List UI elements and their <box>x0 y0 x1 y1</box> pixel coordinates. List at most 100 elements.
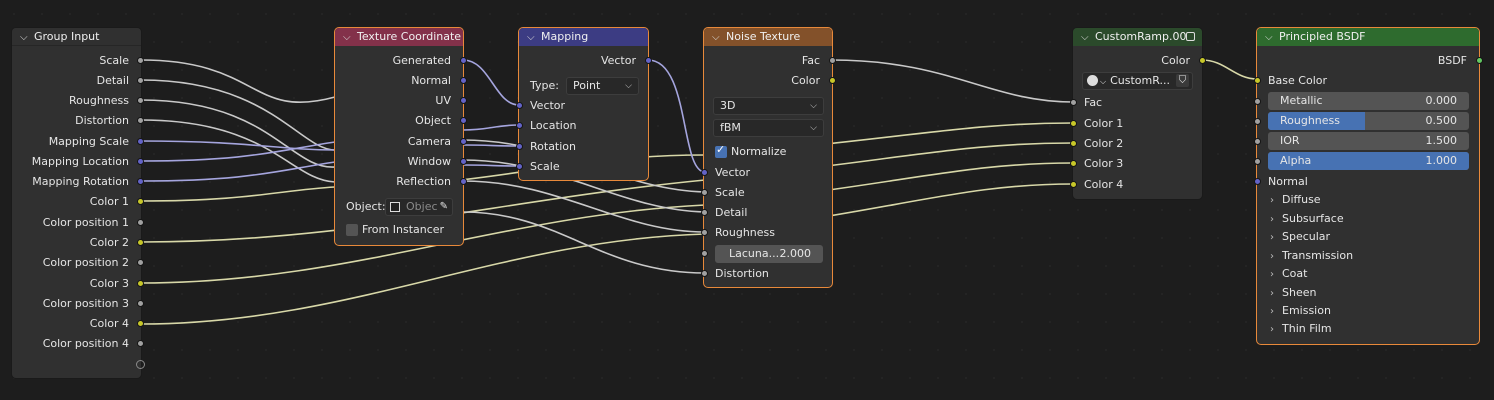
input-scale: Scale <box>530 160 560 173</box>
type-label: Type: <box>530 79 559 92</box>
chevron-down-icon[interactable]: ⌵ <box>1081 29 1095 46</box>
socket[interactable] <box>1254 178 1261 185</box>
socket[interactable] <box>460 158 467 165</box>
socket[interactable] <box>1254 77 1261 84</box>
socket[interactable] <box>701 189 708 196</box>
texture-coordinate-header[interactable]: ⌵ Texture Coordinate <box>335 28 463 46</box>
panel-transmission[interactable]: › Transmission <box>1270 248 1353 264</box>
socket[interactable] <box>137 259 144 266</box>
chevron-down-icon[interactable]: ⌵ <box>712 29 726 46</box>
socket[interactable] <box>1476 57 1483 64</box>
panel-coat[interactable]: › Coat <box>1270 266 1307 282</box>
metallic-slider[interactable]: Metallic 0.000 <box>1268 92 1469 110</box>
panel-label: Thin Film <box>1282 322 1332 335</box>
output-color-position-1: Color position 1 <box>42 216 129 229</box>
socket[interactable] <box>460 178 467 185</box>
socket[interactable] <box>137 239 144 246</box>
socket[interactable] <box>1070 120 1077 127</box>
group-input-node[interactable]: ⌵ Group Input Scale Detail Roughness Dist… <box>11 27 145 379</box>
socket[interactable] <box>516 122 523 129</box>
noise-texture-node[interactable]: ⌵Noise Texture Fac Color 3D⌵ fBM⌵ Normal… <box>701 27 836 288</box>
mapping-node[interactable]: ⌵ Mapping Vector Type: Point ⌵ Vector Loca… <box>516 27 652 181</box>
type-dropdown[interactable]: Point ⌵ <box>566 77 639 95</box>
socket[interactable] <box>701 169 708 176</box>
socket[interactable] <box>701 270 708 277</box>
panel-sheen[interactable]: › Sheen <box>1270 285 1316 301</box>
socket[interactable] <box>137 77 144 84</box>
chevron-down-icon[interactable]: ⌵ <box>20 29 34 45</box>
chevron-down-icon[interactable]: ⌵ <box>1265 29 1279 46</box>
socket[interactable] <box>460 97 467 104</box>
socket[interactable] <box>1254 158 1261 165</box>
socket[interactable] <box>137 178 144 185</box>
from-instancer-label: From Instancer <box>362 223 445 236</box>
output-mapping-location: Mapping Location <box>31 155 129 168</box>
socket[interactable] <box>137 198 144 205</box>
socket[interactable] <box>460 57 467 64</box>
panel-thin-film[interactable]: › Thin Film <box>1270 321 1332 337</box>
panel-emission[interactable]: › Emission <box>1270 303 1331 319</box>
from-instancer-checkbox[interactable] <box>346 224 358 236</box>
socket[interactable] <box>137 320 144 327</box>
socket[interactable] <box>701 209 708 216</box>
roughness-slider[interactable]: Roughness 0.500 <box>1268 112 1469 130</box>
output-color-position-4: Color position 4 <box>42 337 129 350</box>
alpha-slider[interactable]: Alpha 1.000 <box>1268 152 1469 170</box>
socket[interactable] <box>137 57 144 64</box>
principled-bsdf-header[interactable]: ⌵ Principled BSDF <box>1257 28 1479 46</box>
node-group-selector[interactable]: ⌵ CustomR... ⛉ <box>1082 72 1193 90</box>
socket[interactable] <box>1254 118 1261 125</box>
principled-bsdf-node[interactable]: ⌵ Principled BSDF BSDF Base Color Metalli… <box>1254 27 1483 345</box>
panel-specular[interactable]: › Specular <box>1270 229 1330 245</box>
normalize-checkbox[interactable] <box>715 143 727 158</box>
socket[interactable] <box>829 57 836 64</box>
socket[interactable] <box>1254 138 1261 145</box>
custom-ramp-header[interactable]: ⌵ CustomRamp.00 <box>1073 28 1202 46</box>
socket[interactable] <box>460 77 467 84</box>
panel-subsurface[interactable]: › Subsurface <box>1270 211 1344 227</box>
custom-ramp-node[interactable]: ⌵ CustomRamp.00 Color ⌵ CustomR... ⛉ Fac C… <box>1070 27 1206 200</box>
socket[interactable] <box>137 340 144 347</box>
socket[interactable] <box>645 57 652 64</box>
dimensions-dropdown[interactable]: 3D ⌵ <box>713 97 824 115</box>
socket[interactable] <box>1254 98 1261 105</box>
chevron-down-icon[interactable]: ⌵ <box>527 29 541 46</box>
ior-slider[interactable]: IOR 1.500 <box>1268 132 1469 150</box>
socket[interactable] <box>1070 99 1077 106</box>
socket[interactable] <box>137 117 144 124</box>
socket[interactable] <box>516 163 523 170</box>
lacunarity-field[interactable]: Lacuna... 2.000 <box>715 245 823 263</box>
socket[interactable] <box>516 143 523 150</box>
socket[interactable] <box>829 77 836 84</box>
chevron-down-icon[interactable]: ⌵ <box>343 29 357 46</box>
shield-icon[interactable]: ⛉ <box>1176 74 1189 87</box>
group-name: CustomR... <box>1110 74 1170 87</box>
group-input-header[interactable]: ⌵ Group Input <box>12 28 141 46</box>
node-group-icon[interactable] <box>1186 32 1195 41</box>
output-generated: Generated <box>392 54 451 67</box>
socket[interactable] <box>137 138 144 145</box>
noise-texture-header[interactable]: ⌵ Noise Texture <box>704 28 832 46</box>
input-color-4: Color 4 <box>1084 178 1124 191</box>
empty-socket[interactable] <box>136 360 145 369</box>
socket[interactable] <box>516 102 523 109</box>
socket[interactable] <box>701 250 708 257</box>
socket[interactable] <box>137 219 144 226</box>
socket[interactable] <box>1199 57 1206 64</box>
socket[interactable] <box>1070 160 1077 167</box>
socket[interactable] <box>137 280 144 287</box>
socket[interactable] <box>460 117 467 124</box>
socket[interactable] <box>137 158 144 165</box>
socket[interactable] <box>1070 181 1077 188</box>
eyedropper-icon[interactable]: ✎ <box>440 199 448 215</box>
texture-coordinate-node[interactable]: ⌵ Texture Coordinate Generated Normal UV … <box>334 27 467 246</box>
object-picker[interactable]: Objec ✎ <box>385 198 453 216</box>
noise-type-dropdown[interactable]: fBM ⌵ <box>713 119 824 137</box>
panel-diffuse[interactable]: › Diffuse <box>1270 192 1321 208</box>
mapping-header[interactable]: ⌵ Mapping <box>519 28 648 46</box>
socket[interactable] <box>701 229 708 236</box>
socket[interactable] <box>460 138 467 145</box>
socket[interactable] <box>137 300 144 307</box>
socket[interactable] <box>1070 140 1077 147</box>
socket[interactable] <box>137 97 144 104</box>
